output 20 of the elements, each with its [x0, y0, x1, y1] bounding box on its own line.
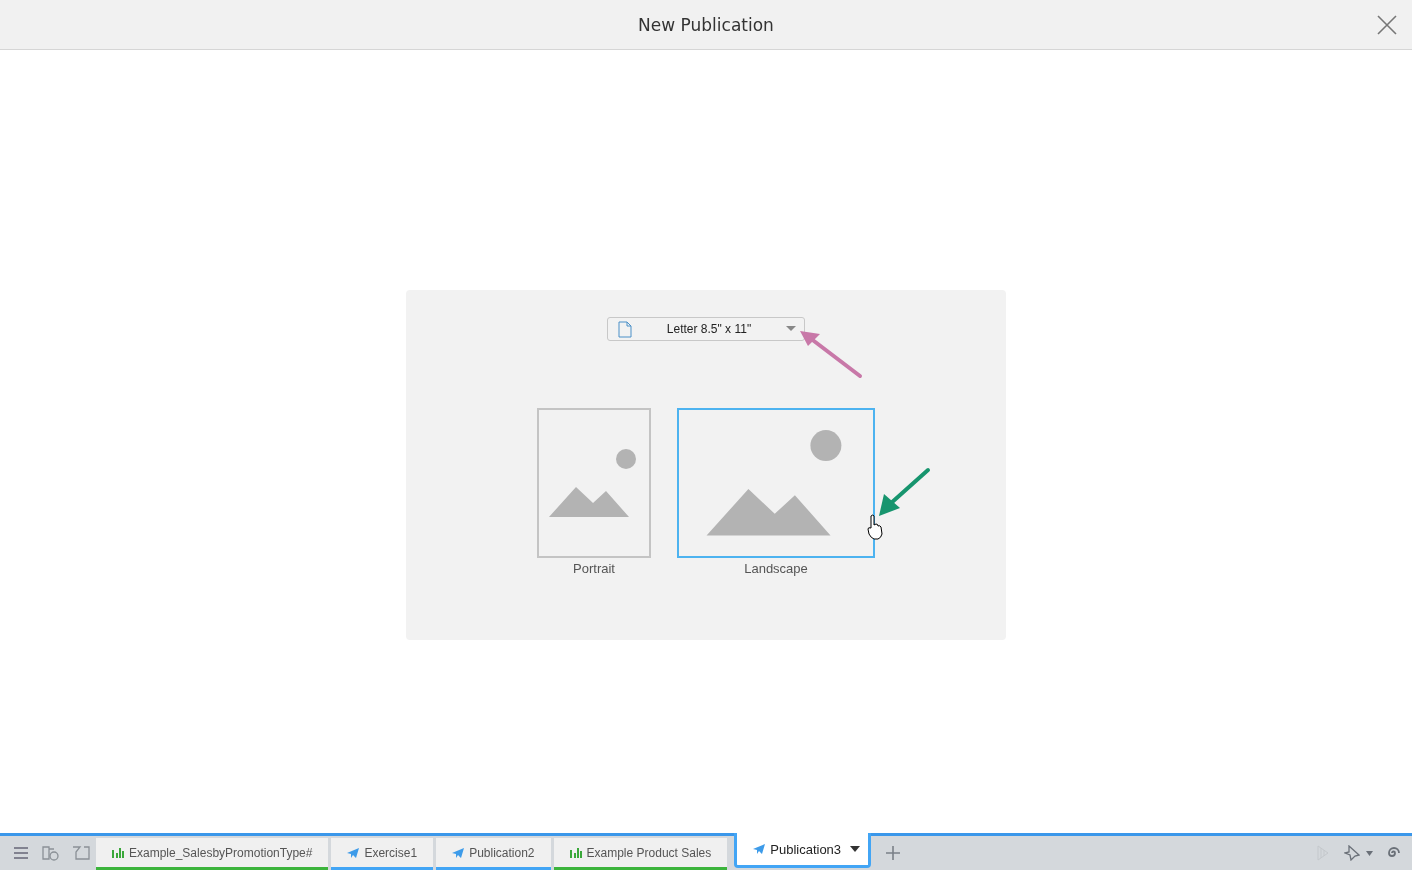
document-tab[interactable]: Publication3 [734, 833, 872, 868]
page-size-dropdown[interactable]: Letter 8.5" x 11" [607, 317, 805, 341]
annotation-arrow [876, 466, 932, 518]
paper-plane-icon [347, 847, 360, 858]
bar-chart-icon [569, 847, 582, 858]
add-tab-icon[interactable] [886, 846, 901, 860]
bar-chart-icon [112, 847, 124, 858]
hand-cursor-icon [867, 514, 883, 540]
window-title: New Publication [638, 14, 774, 35]
document-tab[interactable]: Example_SalesbyPromotionType# [96, 838, 329, 870]
paper-plane-icon [452, 847, 465, 858]
annotation-arrow [798, 330, 864, 380]
caret-icon [850, 846, 861, 852]
page-icon [618, 320, 632, 338]
close-button[interactable] [1376, 14, 1398, 36]
document-tab[interactable]: Publication2 [436, 838, 551, 870]
document-tab[interactable]: Example Product Sales [553, 838, 728, 870]
document-tab[interactable]: Exercise1 [331, 838, 434, 870]
caret-icon [786, 326, 796, 332]
paper-plane-icon [753, 844, 766, 854]
